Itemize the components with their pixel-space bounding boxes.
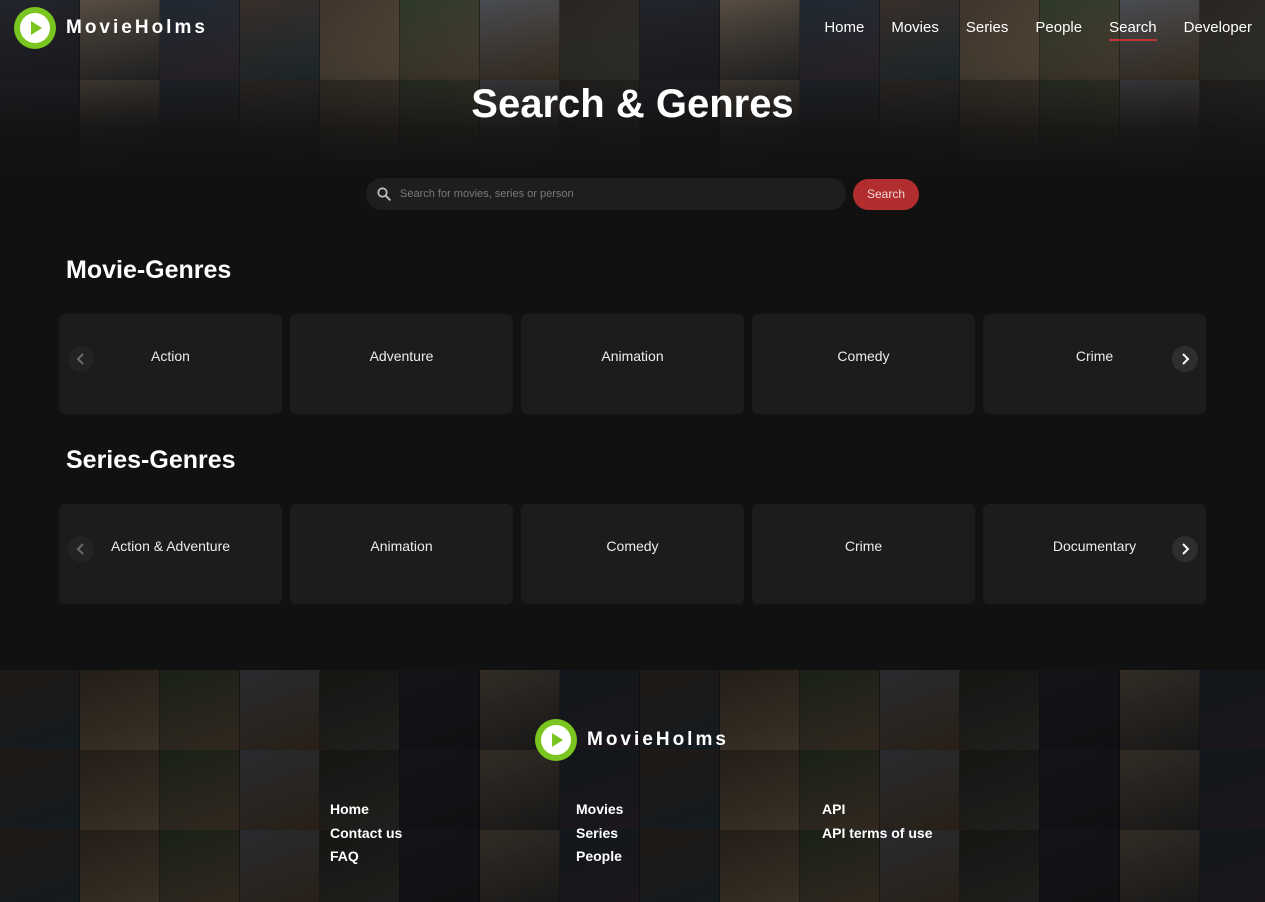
chevron-left-icon[interactable] (68, 346, 94, 372)
movie-genres-carousel: Action Adventure Animation Comedy Crime (59, 314, 1206, 414)
play-circle-icon[interactable] (535, 719, 577, 761)
genre-card-crime[interactable]: Crime (752, 504, 975, 604)
nav-developer[interactable]: Developer (1184, 19, 1252, 41)
series-genres-title: Series-Genres (66, 446, 236, 474)
footer-brand-name[interactable]: MovieHolms (587, 729, 729, 751)
nav-search[interactable]: Search (1109, 19, 1157, 41)
genre-card-animation[interactable]: Animation (290, 504, 513, 604)
page-title: Search & Genres (471, 82, 794, 126)
genre-card-animation[interactable]: Animation (521, 314, 744, 414)
series-genres-carousel: Action & Adventure Animation Comedy Crim… (59, 504, 1206, 604)
chevron-right-icon[interactable] (1172, 346, 1198, 372)
movie-genres-title: Movie-Genres (66, 256, 232, 284)
footer-column-browse: Movies Series People (576, 798, 623, 869)
footer-link-series[interactable]: Series (576, 822, 623, 846)
footer-overlay (0, 670, 1265, 902)
footer-link-api[interactable]: API (822, 798, 932, 822)
genre-card-comedy[interactable]: Comedy (521, 504, 744, 604)
footer: MovieHolms Home Contact us FAQ Movies Se… (0, 670, 1265, 902)
footer-column-api: API API terms of use (822, 798, 932, 845)
footer-column-general: Home Contact us FAQ (330, 798, 402, 869)
genre-card-adventure[interactable]: Adventure (290, 314, 513, 414)
magnifier-icon (377, 187, 391, 201)
search-button[interactable]: Search (853, 178, 919, 210)
search-box[interactable] (366, 178, 846, 210)
search-bar: Search (366, 178, 919, 210)
nav-links: Home Movies Series People Search Develop… (797, 19, 1252, 41)
brand-name[interactable]: MovieHolms (66, 17, 208, 39)
chevron-right-icon[interactable] (1172, 536, 1198, 562)
top-navigation: MovieHolms Home Movies Series People Sea… (0, 0, 1265, 60)
nav-home[interactable]: Home (824, 19, 864, 41)
search-input[interactable] (400, 188, 830, 200)
chevron-left-icon[interactable] (68, 536, 94, 562)
footer-link-contact[interactable]: Contact us (330, 822, 402, 846)
footer-link-movies[interactable]: Movies (576, 798, 623, 822)
genre-card-comedy[interactable]: Comedy (752, 314, 975, 414)
play-circle-icon[interactable] (14, 7, 56, 49)
footer-link-faq[interactable]: FAQ (330, 845, 402, 869)
footer-link-home[interactable]: Home (330, 798, 402, 822)
nav-series[interactable]: Series (966, 19, 1009, 41)
footer-link-api-terms[interactable]: API terms of use (822, 822, 932, 846)
nav-movies[interactable]: Movies (891, 19, 939, 41)
nav-people[interactable]: People (1035, 19, 1082, 41)
footer-link-people[interactable]: People (576, 845, 623, 869)
